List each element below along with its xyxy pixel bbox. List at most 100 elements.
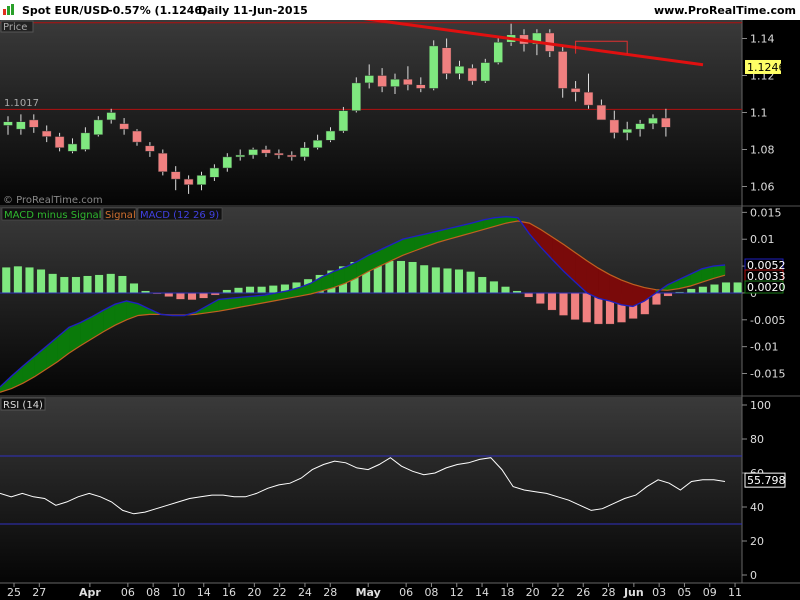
- change-label: -0.57% (1.1246): [108, 4, 208, 17]
- candle-body: [119, 123, 129, 130]
- candle-body: [622, 128, 632, 134]
- macd-histogram-bar: [396, 260, 406, 294]
- macd-histogram-bar: [257, 286, 267, 294]
- macd-histogram-bar: [71, 276, 81, 294]
- date-label: 11-Jun-2015: [233, 4, 308, 17]
- candle-body: [274, 152, 284, 156]
- macd-y-tick-label: -0.005: [750, 314, 785, 327]
- candle-body: [390, 78, 400, 87]
- macd-y-tick-label: 0.015: [750, 206, 782, 219]
- macd-histogram-bar: [384, 260, 394, 294]
- candle-body: [351, 82, 362, 111]
- x-axis-tick-label: 08: [146, 586, 160, 599]
- candle-body: [428, 45, 439, 89]
- price-y-tick-label: 1.14: [750, 33, 775, 46]
- symbol-label: Spot EUR/USD: [22, 4, 110, 17]
- candle-body: [583, 91, 594, 106]
- price-y-tick-label: 1.06: [750, 181, 775, 194]
- x-axis-tick-label: May: [356, 586, 381, 599]
- rsi-panel[interactable]: [0, 397, 742, 583]
- x-axis-tick-label: 24: [298, 586, 312, 599]
- macd-histogram-bar: [501, 286, 510, 294]
- x-axis-tick-label: 06: [121, 586, 135, 599]
- chart-header: Spot EUR/USD -0.57% (1.1246) Daily 11-Ju…: [0, 0, 800, 20]
- candle-body: [209, 167, 220, 178]
- candle-body: [41, 130, 52, 137]
- candle-body: [441, 47, 452, 74]
- macd-histogram-bar: [106, 273, 116, 294]
- macd-histogram-bar: [477, 276, 487, 294]
- candle-body: [648, 117, 658, 124]
- macd-histogram-bar: [59, 276, 69, 294]
- macd-histogram-bar: [83, 275, 92, 294]
- macd-histogram-bar: [13, 265, 23, 294]
- macd-histogram-bar: [559, 292, 568, 316]
- macd-histogram-bar: [419, 264, 429, 294]
- macd-legend-label: Signal: [105, 210, 136, 221]
- chart-area[interactable]: 1.141.121.11.081.061.1246 MACD minus Sig…: [0, 20, 800, 600]
- macd-histogram-bar: [570, 292, 580, 321]
- macd-histogram-bar: [535, 292, 545, 304]
- candle-body: [596, 104, 607, 121]
- macd-histogram-bar: [233, 287, 243, 294]
- x-axis-tick-label: 14: [197, 586, 211, 599]
- macd-y-tick-label: -0.015: [750, 368, 785, 381]
- price-y-tick-label: 1.08: [750, 144, 775, 157]
- period-label: Daily: [198, 4, 230, 17]
- x-axis-tick-label: Apr: [79, 586, 101, 599]
- candle-body: [222, 156, 233, 169]
- macd-histogram-bar: [117, 275, 127, 294]
- candle-body: [54, 136, 65, 148]
- brand-label: www.ProRealTime.com: [653, 4, 796, 17]
- macd-histogram-bar: [164, 292, 174, 297]
- macd-histogram-bar: [710, 284, 719, 294]
- x-axis-tick-label: Jun: [623, 586, 644, 599]
- candle-body: [299, 147, 310, 158]
- candle-body: [570, 88, 581, 93]
- candle-body: [312, 140, 323, 148]
- macd-histogram-bar: [721, 282, 731, 294]
- x-axis-tick-label: 16: [222, 586, 236, 599]
- x-axis-tick-label: 12: [450, 586, 464, 599]
- macd-legend-label: MACD (12 26 9): [140, 210, 219, 221]
- rsi-y-tick-label: 80: [750, 433, 764, 446]
- candle-body: [67, 143, 78, 152]
- macd-y-tick-label: -0.01: [750, 341, 778, 354]
- rsi-y-tick-label: 20: [750, 535, 764, 548]
- macd-legend-label: MACD minus Signal: [4, 210, 101, 221]
- price-panel-title: Price: [3, 22, 27, 33]
- candle-body: [106, 112, 116, 121]
- candle-body: [467, 67, 478, 82]
- macd-histogram-bar: [408, 261, 418, 294]
- rsi-value-label: 55.798: [747, 474, 786, 487]
- macd-value-label: 0.0020: [747, 281, 786, 294]
- candle-body: [364, 75, 374, 84]
- rsi-y-tick-label: 0: [750, 569, 757, 582]
- price-y-tick-label: 1.1: [750, 107, 768, 120]
- x-axis-tick-label: 22: [273, 586, 287, 599]
- candle-body: [235, 154, 245, 158]
- x-axis-tick-label: 28: [323, 586, 337, 599]
- x-axis-tick-label: 20: [247, 586, 261, 599]
- prorealtime-logo-icon: [3, 4, 14, 15]
- macd-histogram-bar: [698, 286, 708, 294]
- macd-histogram-bar: [466, 271, 476, 294]
- x-axis-tick-label: 05: [677, 586, 691, 599]
- x-axis-tick-label: 14: [475, 586, 489, 599]
- macd-histogram-bar: [442, 268, 452, 294]
- macd-histogram-bar: [199, 292, 209, 299]
- macd-histogram-bar: [524, 292, 534, 298]
- rsi-y-tick-label: 40: [750, 501, 764, 514]
- x-axis-tick-label: 25: [7, 586, 21, 599]
- candle-body: [196, 175, 207, 185]
- candle-body: [183, 178, 194, 185]
- x-axis-tick-label: 26: [576, 586, 590, 599]
- rsi-panel-title: RSI (14): [3, 400, 43, 411]
- x-axis-tick-label: 10: [171, 586, 185, 599]
- x-axis-tick-label: 06: [399, 586, 413, 599]
- candle-body: [29, 119, 39, 128]
- candle-body: [609, 119, 620, 134]
- x-axis-tick-label: 03: [652, 586, 666, 599]
- x-axis-tick-label: 22: [551, 586, 565, 599]
- watermark: © ProRealTime.com: [3, 195, 103, 206]
